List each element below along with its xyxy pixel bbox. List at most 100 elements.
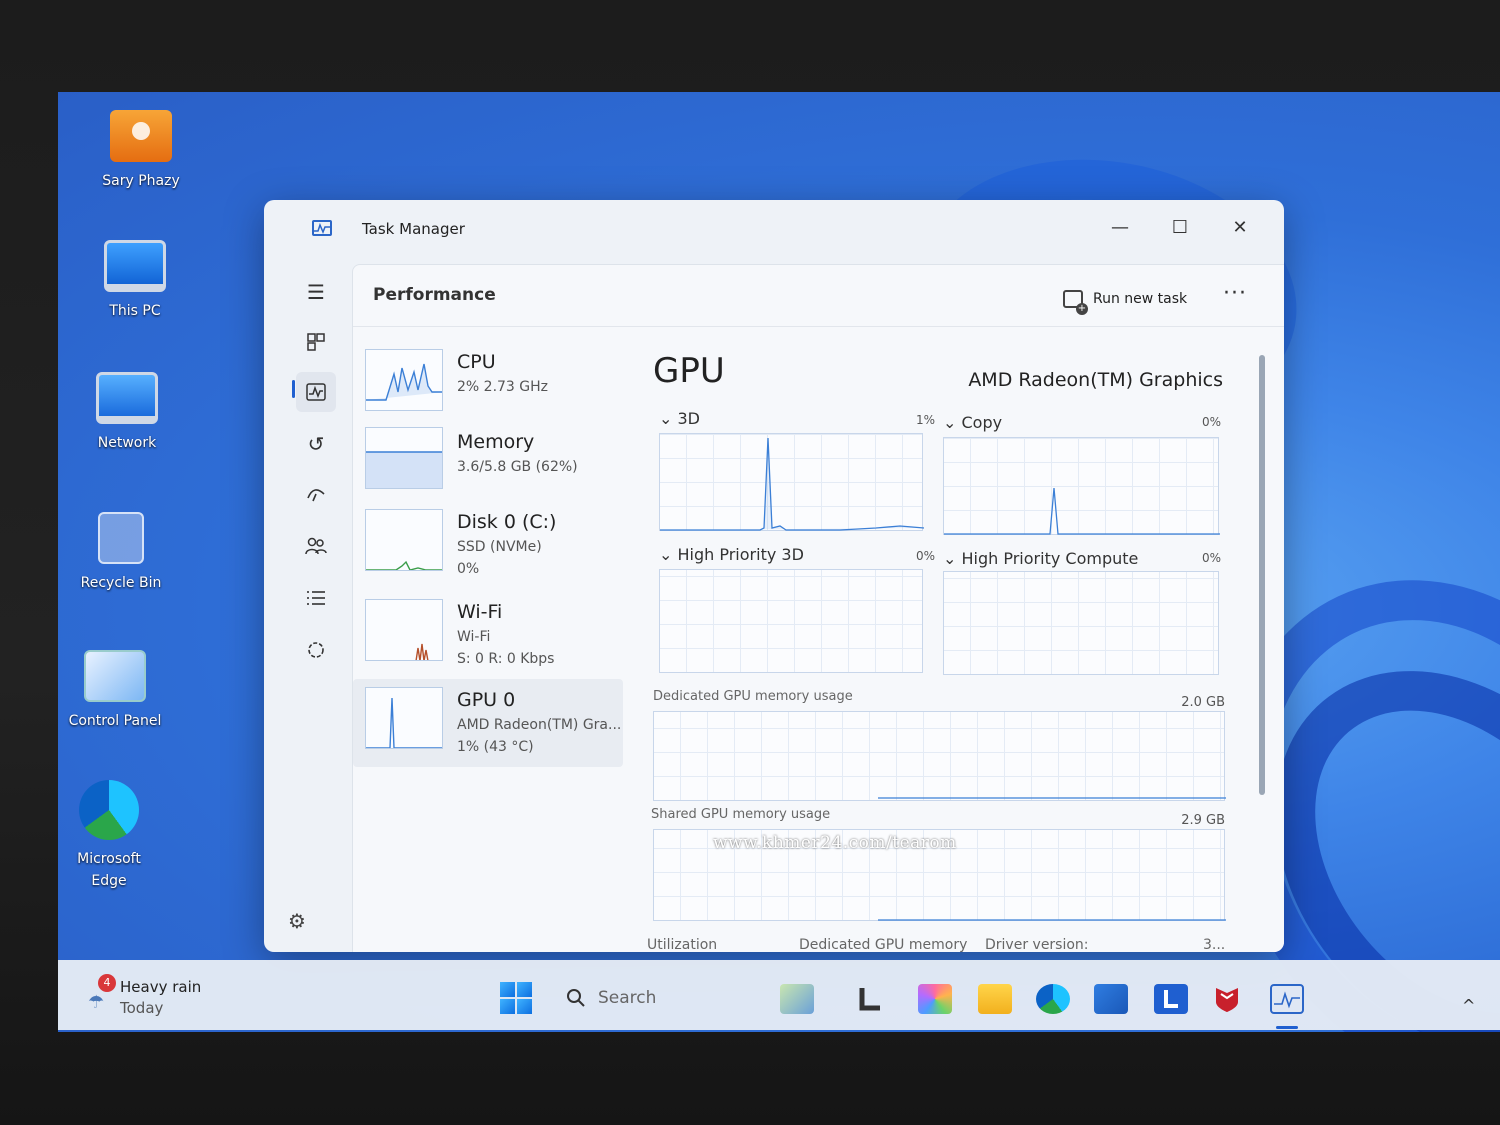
resource-name: Disk 0 (C:) [457,511,557,533]
details-icon[interactable] [296,578,336,618]
driver-version-value: 3... [1203,937,1226,952]
navigation-rail: ☰ ↺ [264,260,352,952]
engine-hp3d-selector[interactable]: ⌄ High Priority 3D [659,545,804,564]
gpu-thumbnail-graph [365,687,443,749]
engine-hpcompute-graph [943,571,1219,675]
detail-title: GPU [653,351,725,391]
this-pc-icon [104,240,166,292]
engine-label: Copy [961,413,1003,432]
engine-hpcompute-selector[interactable]: ⌄ High Priority Compute [943,549,1138,568]
windows-logo-tile [517,999,532,1014]
engine-percent: 1% [915,413,935,427]
startup-apps-icon[interactable] [296,474,336,514]
dedicated-memory-graph [653,711,1226,801]
engine-3d-selector[interactable]: ⌄ 3D [659,409,700,428]
engine-copy-graph [943,437,1220,535]
close-button[interactable]: ✕ [1210,208,1270,248]
maximize-button[interactable]: ☐ [1150,208,1210,248]
active-nav-indicator [292,380,295,398]
desktop-icon-edge[interactable]: Microsoft Edge [58,780,164,892]
tray-overflow-button[interactable]: ^ [1462,996,1475,1015]
engine-percent: 0% [1201,415,1221,429]
engine-hp3d-graph [659,569,923,673]
resource-usage: 0% [457,561,480,577]
resource-detail: 2% 2.73 GHz [457,379,549,395]
store-icon[interactable] [1094,984,1128,1014]
resource-detail: Wi-Fi [457,629,491,645]
chevron-down-icon: ⌄ [659,545,678,564]
app-history-icon[interactable]: ↺ [296,424,336,464]
resource-usage: 1% (43 °C) [457,739,534,755]
widgets-app-icon[interactable] [780,984,814,1014]
edge-icon[interactable] [1036,984,1070,1014]
desktop-icon-network[interactable]: Network [72,372,182,454]
windows-logo-tile [500,999,515,1014]
run-new-task-label: Run new task [1093,291,1188,307]
desktop-icon-label: Microsoft Edge [77,851,141,889]
disk-thumbnail-graph [365,509,443,571]
engine-copy-selector[interactable]: ⌄ Copy [943,413,1002,432]
l-app-icon[interactable] [856,984,884,1014]
utilization-label: Utilization [647,937,718,952]
windows-logo-tile [517,982,532,997]
processes-icon[interactable] [296,322,336,362]
performance-icon[interactable] [296,372,336,412]
services-icon[interactable] [296,630,336,670]
user-folder-icon [110,110,172,162]
active-app-indicator [1276,1026,1298,1029]
driver-version-label: Driver version: [985,937,1089,952]
more-options-button[interactable]: ··· [1217,281,1253,309]
dedicated-memory-label: Dedicated GPU memory usage [653,689,853,704]
resource-wifi[interactable]: Wi-Fi Wi-Fi S: 0 R: 0 Kbps [353,591,623,671]
desktop-icon-label: Network [97,435,157,451]
search-icon [567,989,585,1007]
copilot-icon[interactable] [918,984,952,1014]
title-bar[interactable]: Task Manager — ☐ ✕ [264,200,1284,260]
menu-icon[interactable]: ☰ [296,272,336,312]
weather-condition: Heavy rain [120,978,202,996]
mcafee-icon[interactable] [1212,984,1242,1014]
desktop-icon-label: This PC [109,303,161,319]
cpu-thumbnail-graph [365,349,443,411]
scrollbar[interactable] [1259,355,1265,795]
window-title: Task Manager [362,220,465,238]
resource-cpu[interactable]: CPU 2% 2.73 GHz [353,341,623,421]
desktop-icon-recycle-bin[interactable]: Recycle Bin [66,512,176,594]
chevron-down-icon: ⌄ [943,549,962,568]
shared-memory-max: 2.9 GB [1181,813,1225,828]
weather-day: Today [120,999,164,1017]
desktop-icon-user-folder[interactable]: Sary Phazy [86,110,196,192]
search-placeholder: Search [598,988,657,1008]
engine-label: High Priority 3D [677,545,804,564]
engine-label: 3D [677,409,701,428]
start-button[interactable] [500,982,532,1014]
resource-name: CPU [457,351,496,373]
file-explorer-icon[interactable] [978,984,1012,1014]
resource-disk[interactable]: Disk 0 (C:) SSD (NVMe) 0% [353,501,623,581]
chevron-down-icon: ⌄ [659,409,678,428]
users-icon[interactable] [296,526,336,566]
resource-memory[interactable]: Memory 3.6/5.8 GB (62%) [353,421,623,501]
resource-name: Wi-Fi [457,601,503,623]
chevron-down-icon: ⌄ [943,413,962,432]
windows-logo-tile [500,982,515,997]
weather-widget[interactable]: 4 ☂ Heavy rain Today [88,968,238,1018]
resource-detail: AMD Radeon(TM) Gra... [457,717,622,733]
l-blue-app-icon[interactable] [1154,984,1188,1014]
settings-icon[interactable]: ⚙ [282,906,312,936]
desktop-icon-this-pc[interactable]: This PC [80,240,190,322]
resource-name: GPU 0 [457,689,516,711]
run-task-icon [1063,290,1088,315]
desktop-icon-control-panel[interactable]: Control Panel [60,650,170,732]
resource-gpu[interactable]: GPU 0 AMD Radeon(TM) Gra... 1% (43 °C) [353,679,623,767]
run-new-task-button[interactable]: Run new task [1063,287,1188,315]
task-manager-app-icon [312,220,332,236]
minimize-button[interactable]: — [1090,208,1150,248]
engine-3d-graph [659,433,925,531]
task-manager-taskbar-icon[interactable] [1270,984,1304,1014]
gpu-model-name: AMD Radeon(TM) Graphics [968,369,1223,391]
taskbar-search[interactable]: Search [558,980,758,1016]
engine-percent: 0% [1201,551,1221,565]
watermark-text: www.khmer24.com/tearom [713,833,957,853]
engine-percent: 0% [915,549,935,563]
